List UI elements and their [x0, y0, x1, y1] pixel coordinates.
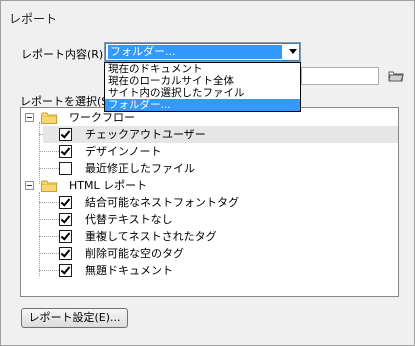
reports-tree: ワークフロー チェックアウトユーザー デザインノート 最近修正したファイル HT…	[20, 107, 399, 297]
tree-item-combinable-font-tags[interactable]: 結合可能なネストフォントタグ	[43, 194, 398, 211]
checkbox-untitled-documents[interactable]	[59, 264, 72, 277]
folder-path-input[interactable]	[301, 67, 379, 85]
tree-item-label: 最近修正したファイル	[85, 162, 195, 175]
tree-item-untitled-documents[interactable]: 無題ドキュメント	[43, 262, 398, 279]
chevron-down-icon[interactable]	[289, 49, 297, 54]
checkbox-missing-alt-text[interactable]	[59, 213, 72, 226]
checkbox-removable-empty-tags[interactable]	[59, 247, 72, 260]
checkbox-design-notes[interactable]	[59, 145, 72, 158]
tree-item-checkout-users[interactable]: チェックアウトユーザー	[43, 126, 398, 143]
report-content-label: レポート内容(R) :	[21, 48, 111, 61]
checkbox-combinable-font-tags[interactable]	[59, 196, 72, 209]
dropdown-option-folder[interactable]: フォルダー...	[105, 99, 300, 111]
tree-group-html-reports[interactable]: HTML レポート	[21, 177, 398, 194]
dropdown-option-current-document[interactable]: 現在のドキュメント	[105, 63, 300, 75]
tree-item-label: 結合可能なネストフォントタグ	[85, 196, 239, 209]
tree-item-missing-alt-text[interactable]: 代替テキストなし	[43, 211, 398, 228]
collapse-icon[interactable]	[25, 181, 34, 190]
tree-item-label: 重複してネストされたタグ	[85, 230, 217, 243]
tree-item-label: 代替テキストなし	[85, 213, 173, 226]
tree-item-label: チェックアウトユーザー	[85, 128, 206, 141]
browse-folder-icon[interactable]	[388, 69, 404, 83]
report-content-selected-value: フォルダー...	[108, 45, 282, 59]
report-content-select[interactable]: フォルダー...	[104, 42, 301, 62]
tree-item-design-notes[interactable]: デザインノート	[43, 143, 398, 160]
folder-icon	[41, 112, 57, 124]
checkbox-redundant-nested-tags[interactable]	[59, 230, 72, 243]
tree-item-label: 削除可能な空のタグ	[85, 247, 184, 260]
tree-item-label: 無題ドキュメント	[85, 264, 173, 277]
checkbox-checkout-users[interactable]	[59, 128, 72, 141]
report-content-dropdown: 現在のドキュメント 現在のローカルサイト全体 サイト内の選択したファイル フォル…	[104, 62, 301, 112]
tree-group-label: HTML レポート	[69, 179, 148, 192]
dropdown-option-entire-local-site[interactable]: 現在のローカルサイト全体	[105, 75, 300, 87]
tree-item-label: デザインノート	[85, 145, 162, 158]
dropdown-option-selected-site-files[interactable]: サイト内の選択したファイル	[105, 87, 300, 99]
collapse-icon[interactable]	[25, 113, 34, 122]
checkbox-recently-modified[interactable]	[59, 162, 72, 175]
tree-item-recently-modified[interactable]: 最近修正したファイル	[43, 160, 398, 177]
tree-item-removable-empty-tags[interactable]: 削除可能な空のタグ	[43, 245, 398, 262]
dialog-title: レポート	[9, 12, 58, 26]
tree-item-redundant-nested-tags[interactable]: 重複してネストされたタグ	[43, 228, 398, 245]
report-settings-button[interactable]: レポート設定(E)...	[21, 308, 128, 328]
report-dialog: レポート レポート内容(R) : フォルダー... 現在のドキュメント 現在のロ…	[0, 0, 415, 346]
folder-icon	[41, 180, 57, 192]
